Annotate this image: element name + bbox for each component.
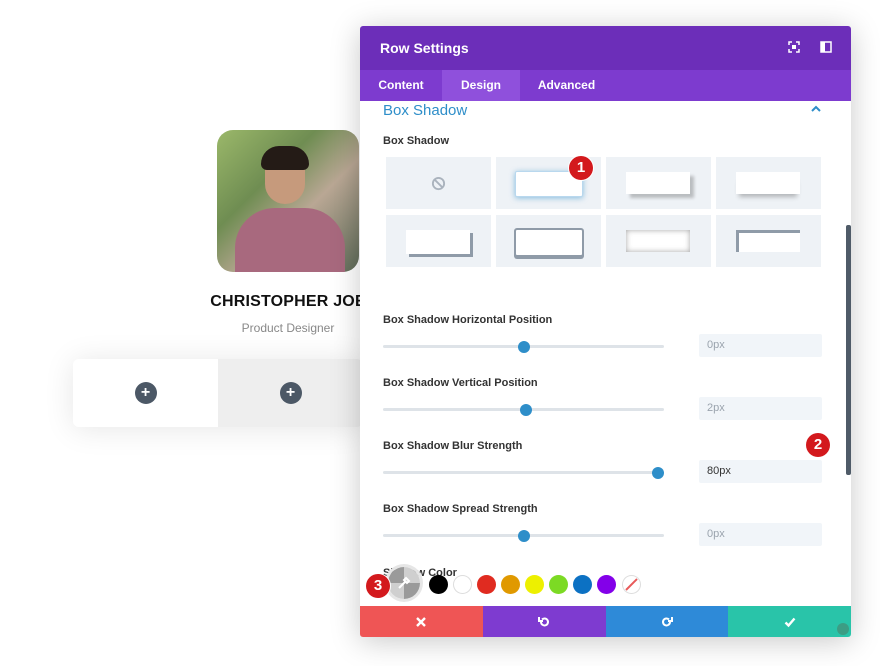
annotation-badge: 3 [366,574,390,598]
shadow-preset-2[interactable] [606,157,711,209]
profile-name: CHRISTOPHER JOE [210,293,366,310]
color-swatch[interactable] [525,575,544,594]
color-swatch[interactable] [573,575,592,594]
vertical-position-input[interactable] [699,397,822,420]
shadow-preset-5[interactable] [496,215,601,267]
shadow-preset-7[interactable] [716,215,821,267]
redo-button[interactable] [605,606,729,637]
preset-preview [626,172,690,194]
color-swatch[interactable] [477,575,496,594]
tab-content[interactable]: Content [360,70,442,101]
save-button[interactable] [728,606,851,637]
resize-handle-icon[interactable] [837,623,849,635]
tab-bar: Content Design Advanced [360,70,851,101]
sidebar-toggle-icon[interactable] [820,41,832,53]
preset-preview [626,230,690,252]
shadow-preset-6[interactable] [606,215,711,267]
shadow-preset-3[interactable] [716,157,821,209]
color-swatch[interactable] [549,575,568,594]
slider-handle[interactable] [517,341,530,353]
cancel-button[interactable] [360,606,483,637]
shadow-preset-4[interactable] [386,215,491,267]
color-swatch[interactable] [429,575,448,594]
tab-advanced[interactable]: Advanced [520,70,613,101]
horizontal-position-input[interactable] [699,334,822,357]
slider-label: Box Shadow Vertical Position [383,377,538,389]
color-swatch[interactable] [501,575,520,594]
settings-panel: Box Shadow Box Shadow Box Shadow Horizon… [360,101,851,606]
preset-preview [514,228,584,257]
empty-column: + [73,359,218,427]
no-color-swatch-icon[interactable] [622,575,641,594]
preset-preview [736,172,800,194]
chevron-up-icon[interactable] [810,104,822,114]
row-settings-modal: Row Settings Content Design Advanced Box… [360,26,851,637]
modal-footer [360,606,851,637]
annotation-badge: 2 [806,433,830,457]
eyedropper-icon [398,576,411,589]
shadow-preset-none[interactable] [386,157,491,209]
tab-design[interactable]: Design [442,70,520,101]
slider-handle[interactable] [520,404,533,416]
blur-strength-input[interactable] [699,460,822,483]
profile-photo [217,130,359,272]
box-shadow-label: Box Shadow [383,135,450,147]
preset-preview [406,230,470,254]
slider-label: Box Shadow Blur Strength [383,440,523,452]
blur-strength-slider[interactable] [383,471,664,474]
close-icon [416,616,427,627]
add-module-button[interactable]: + [279,382,302,404]
section-title[interactable]: Box Shadow [383,102,467,119]
no-shadow-icon [431,176,446,191]
panel-scrollbar[interactable] [846,225,851,475]
color-swatch[interactable] [597,575,616,594]
empty-row: + + [73,359,363,427]
profile-role: Product Designer [241,321,335,335]
preset-preview [736,230,800,252]
add-module-button[interactable]: + [134,382,157,404]
empty-column: + [218,359,363,427]
modal-title: Row Settings [380,40,469,56]
check-icon [784,617,796,627]
color-swatch[interactable] [453,575,472,594]
annotation-badge: 1 [569,156,593,180]
undo-icon [538,616,550,626]
modal-header: Row Settings [360,26,851,70]
undo-button[interactable] [482,606,606,637]
fullscreen-icon[interactable] [788,41,800,53]
redo-icon [661,616,673,626]
spread-strength-input[interactable] [699,523,822,546]
slider-label: Box Shadow Spread Strength [383,503,538,515]
photo-shirt [235,208,345,272]
slider-label: Box Shadow Horizontal Position [383,314,553,326]
photo-hair [261,146,309,170]
slider-handle[interactable] [517,530,530,542]
color-picker-button[interactable] [388,567,420,599]
slider-handle[interactable] [652,467,665,479]
